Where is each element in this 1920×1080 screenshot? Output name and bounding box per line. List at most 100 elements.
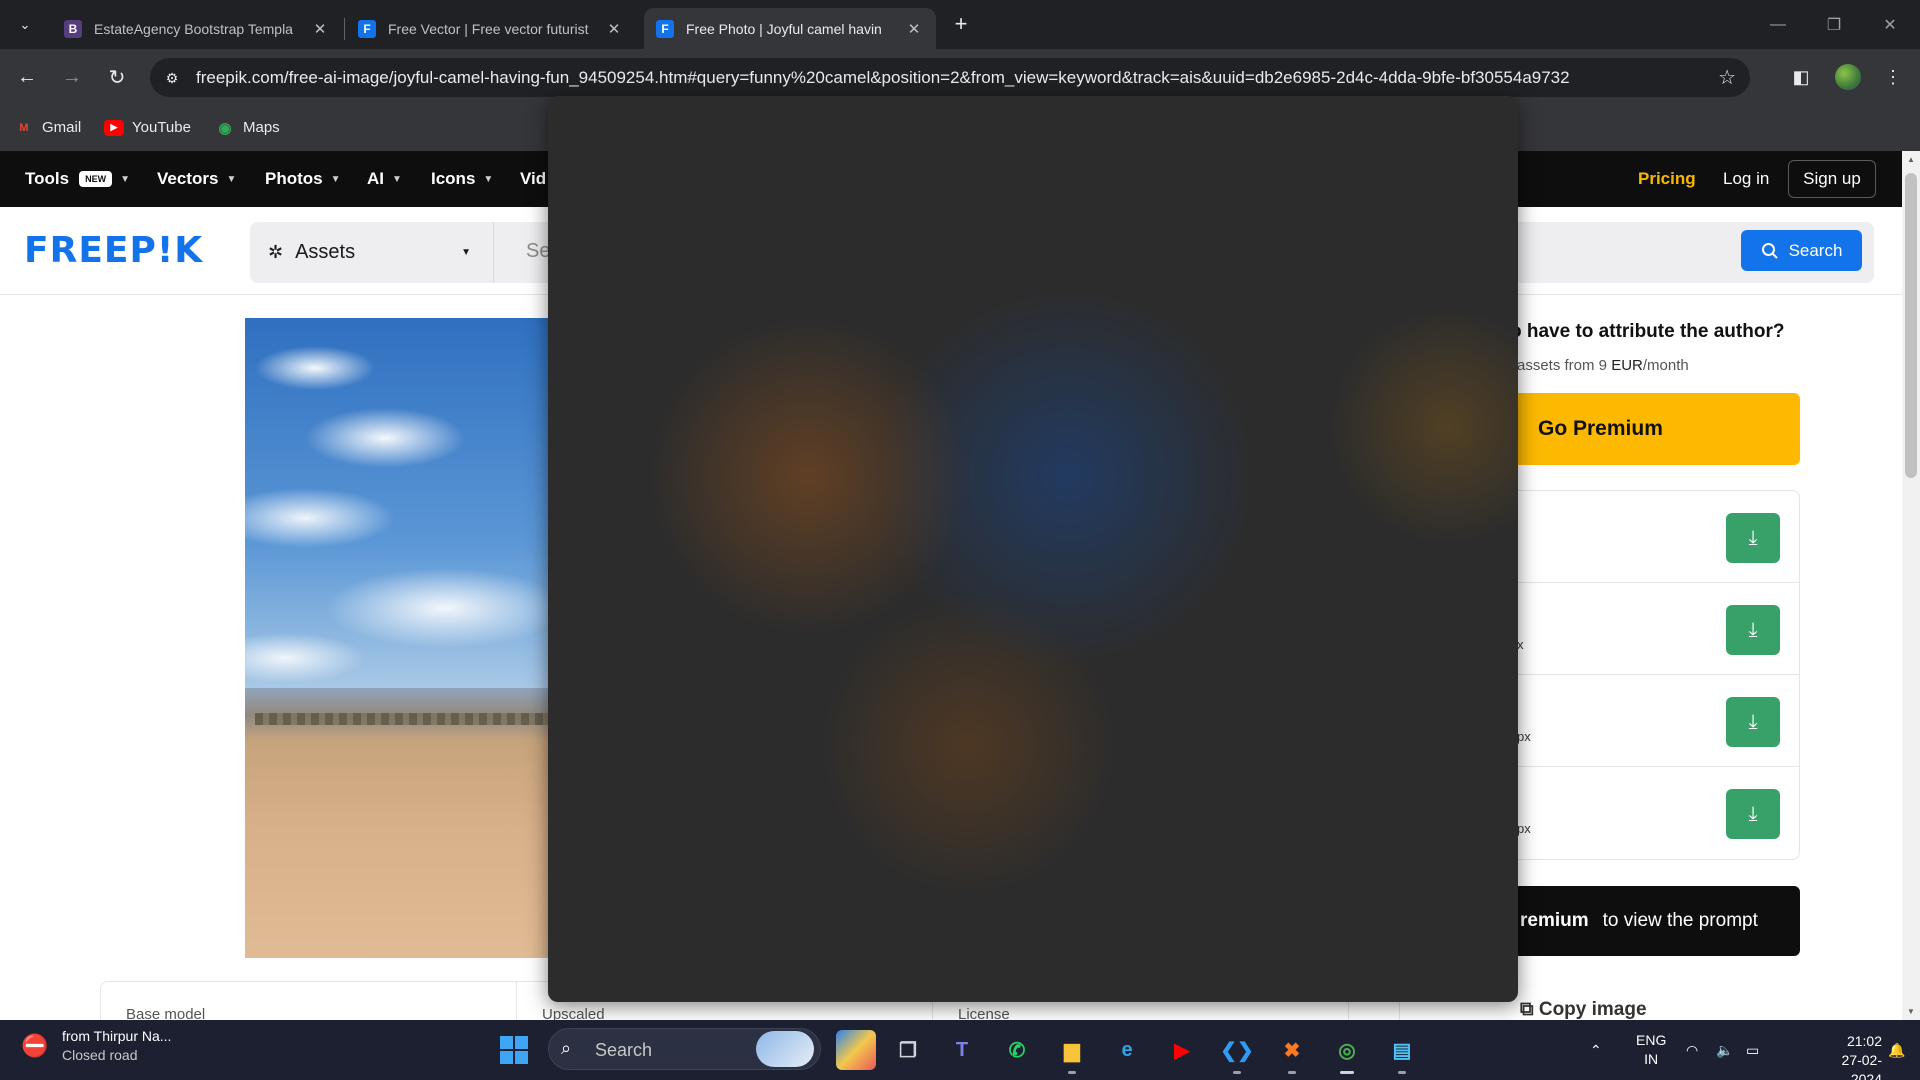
chevron-down-icon: ▼: [392, 173, 402, 185]
search-highlight-icon: [756, 1031, 814, 1067]
weather-title: from Thirpur Na...: [62, 1028, 172, 1044]
window-close-icon[interactable]: ✕: [1862, 0, 1918, 49]
bookmark-star-icon[interactable]: ☆: [1718, 65, 1736, 90]
nav-icons[interactable]: Icons ▼: [431, 169, 493, 189]
meta-cell-base-model: Base model: [101, 982, 517, 1020]
tab-title: EstateAgency Bootstrap Templa: [94, 20, 293, 37]
weather-widget[interactable]: ⛔ from Thirpur Na... Closed road: [20, 1028, 171, 1063]
go-premium-button[interactable]: Go Premium: [1480, 393, 1800, 465]
search-button-label: Search: [1788, 240, 1843, 260]
nav-video[interactable]: Vid: [520, 169, 546, 189]
new-badge: NEW: [79, 171, 113, 187]
camel-photo-preview[interactable]: [245, 318, 555, 958]
url-text[interactable]: freepik.com/free-ai-image/joyful-camel-h…: [196, 68, 1570, 88]
search-input[interactable]: Se: [526, 240, 550, 263]
vscode-icon[interactable]: ❮❯: [1217, 1030, 1257, 1074]
price-suffix: /month: [1642, 357, 1689, 374]
close-icon[interactable]: ✕: [604, 20, 624, 38]
view-prompt-banner[interactable]: remium to view the prompt: [1480, 886, 1800, 956]
download-button[interactable]: ⤓: [1726, 513, 1780, 563]
nav-label: Photos: [265, 169, 323, 188]
youtube-app-icon[interactable]: ▶: [1162, 1030, 1202, 1070]
taskbar-search[interactable]: ⌕ Search: [548, 1028, 821, 1070]
scrollbar-thumb[interactable]: [1905, 173, 1917, 478]
download-size: px: [1517, 821, 1531, 836]
site-settings-icon[interactable]: ⚙: [160, 66, 184, 90]
show-hidden-icons[interactable]: ⌃: [1590, 1020, 1602, 1080]
file-explorer-icon[interactable]: ▆: [1052, 1030, 1092, 1074]
freepik-favicon-icon: F: [358, 19, 376, 38]
language-indicator[interactable]: ENG IN: [1636, 1020, 1666, 1080]
page-scrollbar[interactable]: ▲ ▼: [1902, 151, 1920, 1020]
language-label: ENG: [1636, 1032, 1667, 1048]
taskbar-search-placeholder: Search: [595, 1040, 653, 1060]
edge-icon[interactable]: e: [1107, 1030, 1147, 1070]
address-bar[interactable]: ⚙ freepik.com/free-ai-image/joyful-camel…: [150, 58, 1750, 97]
notepad-icon[interactable]: ▤: [1382, 1030, 1422, 1074]
download-button[interactable]: ⤓: [1726, 605, 1780, 655]
copy-image-button[interactable]: ⧉ Copy image: [1520, 999, 1647, 1020]
nav-vectors[interactable]: Vectors ▼: [157, 169, 236, 189]
freepik-favicon-icon: F: [656, 19, 674, 38]
signup-button[interactable]: Sign up: [1788, 160, 1876, 198]
scroll-down-icon[interactable]: ▼: [1902, 1007, 1920, 1016]
teams-icon[interactable]: T: [942, 1030, 982, 1070]
bootstrap-favicon-icon: B: [64, 19, 82, 38]
tab-title: Free Photo | Joyful camel havin: [686, 20, 882, 37]
close-icon[interactable]: ✕: [310, 20, 330, 38]
nav-photos[interactable]: Photos ▼: [265, 169, 341, 189]
download-button[interactable]: ⤓: [1726, 789, 1780, 839]
notifications-icon[interactable]: 🔔: [1888, 1020, 1905, 1080]
windows-start-icon[interactable]: [500, 1036, 528, 1064]
bookmark-maps[interactable]: ◉ Maps: [215, 119, 279, 137]
minimize-icon[interactable]: —: [1750, 0, 1806, 49]
nav-tools[interactable]: Tools NEW ▼: [25, 169, 130, 189]
pricing-link[interactable]: Pricing: [1638, 169, 1696, 189]
price-unit: EUR: [1611, 357, 1643, 374]
bookmark-youtube[interactable]: ▶ YouTube: [104, 119, 191, 136]
tab-estateagency[interactable]: B EstateAgency Bootstrap Templa ✕: [52, 8, 342, 49]
forward-arrow-icon[interactable]: →: [56, 61, 88, 93]
reload-icon[interactable]: ↻: [101, 61, 133, 93]
assets-dropdown[interactable]: ✲ Assets ▼: [250, 222, 494, 283]
close-icon[interactable]: ✕: [904, 20, 924, 38]
browser-tab-strip: ⌄ B EstateAgency Bootstrap Templa ✕ F Fr…: [0, 0, 1920, 49]
search-button[interactable]: Search: [1741, 230, 1862, 271]
profile-avatar[interactable]: [1835, 64, 1861, 90]
nav-ai[interactable]: AI ▼: [367, 169, 402, 189]
freepik-logo[interactable]: FREEP!K: [24, 230, 203, 271]
blurred-image-overlay: [548, 96, 1518, 1002]
tab-free-photo[interactable]: F Free Photo | Joyful camel havin ✕: [644, 8, 936, 49]
restore-icon[interactable]: ❐: [1806, 0, 1862, 49]
nav-label: Vectors: [157, 169, 219, 188]
menu-kebab-icon[interactable]: ⋮: [1879, 63, 1907, 91]
youtube-icon: ▶: [104, 119, 124, 136]
system-clock[interactable]: 21:02 27-02-2024: [1822, 1032, 1882, 1080]
volume-icon[interactable]: 🔈: [1716, 1020, 1733, 1080]
login-link[interactable]: Log in: [1723, 169, 1769, 189]
task-view-icon[interactable]: ❐: [888, 1030, 928, 1070]
new-tab-button[interactable]: +: [948, 12, 974, 38]
windows-taskbar: ⛔ from Thirpur Na... Closed road ⌕ Searc…: [0, 1020, 1920, 1080]
tab-search-button[interactable]: ⌄: [10, 10, 40, 40]
side-panel-icon[interactable]: ◧: [1787, 63, 1815, 91]
whatsapp-icon[interactable]: ✆: [997, 1030, 1037, 1070]
scroll-up-icon[interactable]: ▲: [1902, 155, 1920, 164]
back-arrow-icon[interactable]: ←: [11, 61, 43, 93]
xampp-icon[interactable]: ✖: [1272, 1030, 1312, 1074]
meta-label: Base model: [126, 1006, 206, 1020]
tree-line: [255, 713, 555, 725]
chrome-icon[interactable]: ◎: [1327, 1030, 1367, 1074]
prompt-text: to view the prompt: [1602, 910, 1758, 931]
tab-free-vector[interactable]: F Free Vector | Free vector futurist ✕: [346, 8, 636, 49]
copilot-icon[interactable]: [836, 1030, 876, 1070]
battery-icon[interactable]: ▭: [1746, 1020, 1759, 1080]
download-button[interactable]: ⤓: [1726, 697, 1780, 747]
assets-label: Assets: [295, 241, 356, 263]
download-size-list: ⤓ x ⤓ px ⤓ px ⤓: [1480, 490, 1800, 860]
wifi-icon[interactable]: ◠: [1686, 1020, 1698, 1080]
search-icon: ⌕: [561, 1038, 572, 1058]
bookmark-gmail[interactable]: M Gmail: [14, 119, 81, 136]
nav-label: Tools: [25, 169, 70, 188]
running-indicator: [1233, 1071, 1241, 1074]
